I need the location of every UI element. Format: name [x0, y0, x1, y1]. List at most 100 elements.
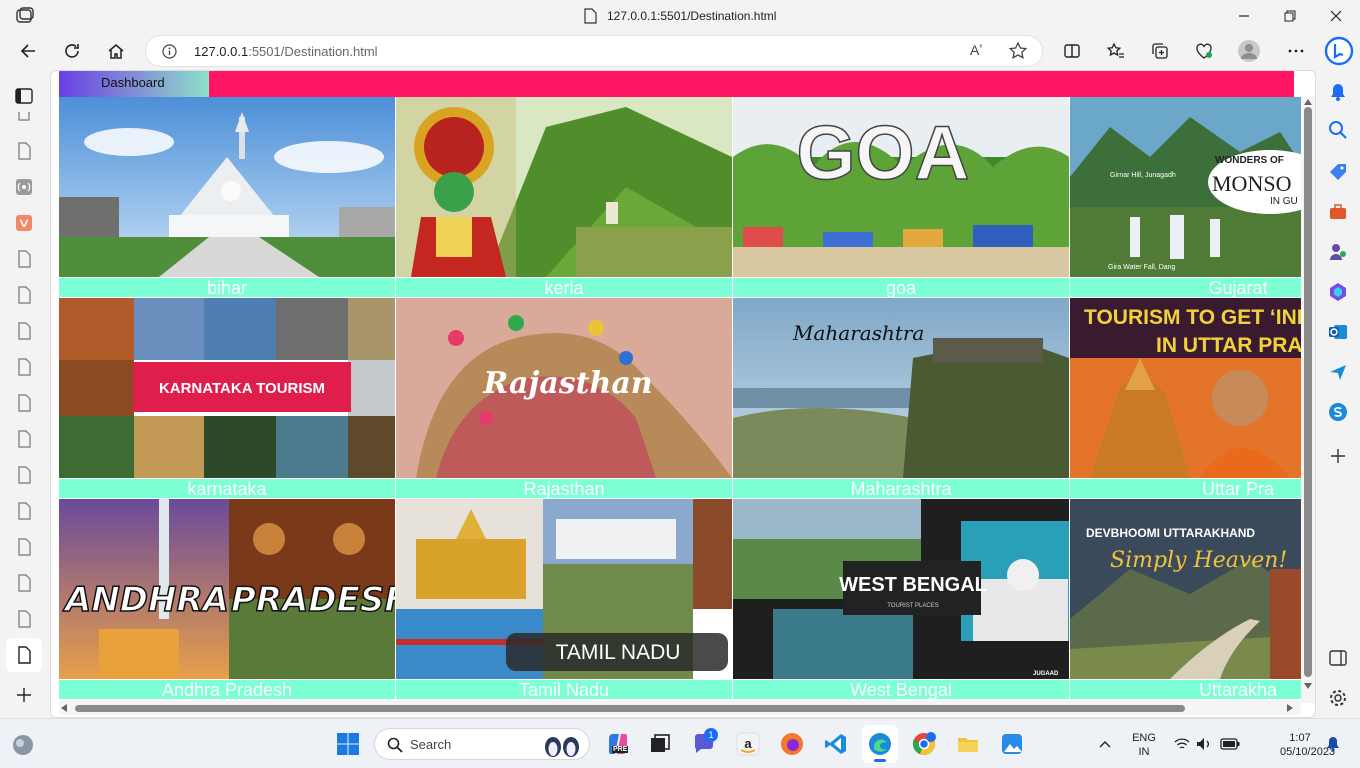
tab-panel-toggle-icon[interactable] [15, 87, 33, 105]
microsoft-365-icon[interactable] [1328, 282, 1348, 302]
copilot-preview-app[interactable]: PRE [606, 732, 630, 756]
tools-briefcase-icon[interactable] [1328, 202, 1348, 222]
tab-broadcast-icon[interactable] [15, 178, 33, 196]
amazon-icon[interactable]: a [736, 732, 760, 756]
tab-app-icon[interactable] [15, 214, 33, 232]
close-button[interactable] [1314, 4, 1358, 28]
close-icon [1330, 10, 1342, 22]
destination-card-goa[interactable]: GOA goa [733, 97, 1070, 298]
file-explorer-icon[interactable] [956, 732, 980, 756]
tab-page-icon[interactable] [15, 112, 33, 122]
tab-page-icon[interactable] [15, 394, 33, 412]
destination-card-gujarat[interactable]: Girnar Hill, Junagadh Gira Water Fall, D… [1070, 97, 1301, 298]
hide-sidebar-icon[interactable] [1328, 648, 1348, 668]
tab-page-icon[interactable] [15, 322, 33, 340]
task-view-icon[interactable] [648, 732, 672, 756]
send-arrow-icon[interactable] [1328, 362, 1348, 382]
favorites-button[interactable] [1101, 36, 1131, 66]
tab-page-icon[interactable] [15, 538, 33, 556]
volume-icon[interactable] [1196, 737, 1212, 751]
browser-essentials-button[interactable] [1189, 36, 1219, 66]
taskbar-search-box[interactable]: Search [374, 728, 590, 760]
read-aloud-button[interactable]: Aʼ [970, 42, 982, 58]
edge-taskbar-app-active[interactable] [862, 725, 898, 763]
destination-card-tamil-nadu[interactable]: TAMIL NADU Tamil Nadu [396, 499, 733, 699]
split-screen-button[interactable] [1057, 36, 1087, 66]
scroll-up-arrow-icon[interactable] [1304, 99, 1312, 105]
search-icon[interactable] [1328, 120, 1348, 140]
tab-actions-icon[interactable] [14, 7, 36, 25]
url-text: 127.0.0.1:5501/Destination.html [194, 44, 378, 59]
tab-page-icon[interactable] [15, 250, 33, 268]
vertical-scrollbar[interactable] [1301, 97, 1315, 703]
windows-start-icon[interactable] [336, 732, 360, 756]
scroll-down-arrow-icon[interactable] [1304, 683, 1312, 689]
sidebar-settings-gear-icon[interactable] [1328, 688, 1348, 708]
destination-card-bihar[interactable]: bihar [59, 97, 396, 298]
photos-icon[interactable] [1000, 732, 1024, 756]
shopping-tag-icon[interactable] [1328, 162, 1348, 182]
destination-card-andhra-pradesh[interactable]: ANDHRA PRADESH Andhra Pradesh [59, 499, 396, 699]
profile-button[interactable] [1234, 36, 1264, 66]
new-tab-plus-icon[interactable] [15, 686, 33, 704]
restore-button[interactable] [1268, 4, 1312, 28]
bing-copilot-button[interactable] [1322, 34, 1356, 68]
clock[interactable]: 1:07 05/10/2023 [1280, 731, 1335, 759]
destination-card-karnataka[interactable]: KARNATAKA TOURISM karnataka [59, 298, 396, 499]
notification-bell-icon[interactable] [1328, 82, 1348, 102]
gujarat-label-a: Girnar Hill, Junagadh [1110, 172, 1176, 179]
back-button[interactable] [13, 36, 43, 66]
tab-page-icon[interactable] [15, 430, 33, 448]
tab-page-icon[interactable] [15, 466, 33, 484]
notifications-bell-icon[interactable] [1325, 736, 1341, 752]
wifi-icon[interactable] [1174, 737, 1190, 751]
active-tab[interactable] [6, 638, 42, 672]
chrome-icon[interactable] [912, 732, 936, 756]
avatar [1238, 40, 1260, 62]
home-button[interactable] [101, 36, 131, 66]
window-title: 127.0.0.1:5501/Destination.html [607, 9, 777, 23]
tab-page-icon[interactable] [15, 574, 33, 592]
tab-page-icon[interactable] [15, 610, 33, 628]
minimize-icon [1239, 15, 1249, 17]
horizontal-scrollbar[interactable] [59, 701, 1301, 715]
teams-chat-app[interactable]: 1 [692, 728, 718, 756]
refresh-button[interactable] [57, 36, 87, 66]
add-sidebar-app-icon[interactable] [1328, 446, 1348, 466]
tab-page-icon[interactable] [15, 286, 33, 304]
scroll-right-arrow-icon[interactable] [1287, 704, 1293, 712]
weather-widget-icon[interactable] [12, 734, 34, 756]
address-bar[interactable]: 127.0.0.1:5501/Destination.html Aʼ [145, 35, 1043, 67]
vertical-tab-strip [0, 70, 50, 718]
top-navbar: Dashboard [59, 71, 1294, 97]
firefox-icon[interactable] [780, 732, 804, 756]
tab-page-icon[interactable] [15, 358, 33, 376]
scroll-left-arrow-icon[interactable] [61, 704, 67, 712]
battery-icon[interactable] [1220, 737, 1240, 751]
tab-page-icon[interactable] [15, 142, 33, 160]
games-icon[interactable] [1328, 242, 1348, 262]
settings-more-button[interactable] [1281, 36, 1311, 66]
skype-icon[interactable] [1328, 402, 1348, 422]
destination-card-uttarakhand[interactable]: DEVBHOOMI UTTARAKHAND Simply Heaven! Utt… [1070, 499, 1301, 699]
vscode-icon[interactable] [824, 732, 848, 756]
tab-page-icon [18, 646, 31, 664]
outlook-icon[interactable] [1328, 322, 1348, 342]
destination-card-maharashtra[interactable]: Maharashtra Maharashtra [733, 298, 1070, 499]
collections-button[interactable] [1145, 36, 1175, 66]
vertical-scroll-thumb[interactable] [1304, 107, 1312, 677]
destination-card-rajasthan[interactable]: Rajasthan Rajasthan [396, 298, 733, 499]
horizontal-scroll-thumb[interactable] [75, 705, 1185, 712]
tab-page-icon[interactable] [15, 502, 33, 520]
destination-card-kerla[interactable]: kerla [396, 97, 733, 298]
language-indicator[interactable]: ENG IN [1126, 731, 1162, 759]
destination-card-west-bengal[interactable]: WEST BENGAL TOURIST PLACES JUGAAD West B… [733, 499, 1070, 699]
show-hidden-icons-chevron-icon[interactable] [1099, 739, 1111, 749]
favorite-star-icon[interactable] [1008, 41, 1028, 61]
destination-caption: Gujarat [1070, 277, 1301, 298]
site-info-icon[interactable] [162, 44, 177, 59]
rajasthan-overlay: Rajasthan [482, 366, 652, 401]
destination-card-uttar-pradesh[interactable]: TOURISM TO GET ‘INDUSTR IN UTTAR PRADES … [1070, 298, 1301, 499]
minimize-button[interactable] [1222, 4, 1266, 28]
dashboard-link[interactable]: Dashboard [59, 71, 209, 97]
